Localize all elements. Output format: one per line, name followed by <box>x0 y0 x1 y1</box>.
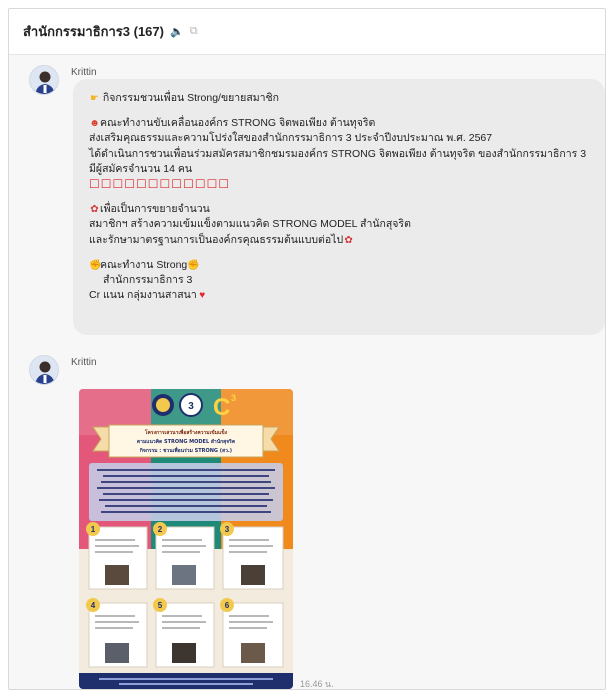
message-timestamp: 16.46 น. <box>300 679 334 689</box>
heart-icon: ♥ <box>199 290 206 302</box>
message-line: เพื่อเป็นการขยายจำนวน <box>100 203 210 216</box>
ribbon-icon: ✿ <box>90 204 99 216</box>
chat-window: สำนักกรรมาธิการ3 (167) 🔈 ⧉ Krittin ☛ กิจ… <box>8 8 606 690</box>
message-bubble[interactable]: ☛ กิจกรรมชวนเพื่อน Strong/ขยายสมาชิก ☻คณ… <box>73 79 605 335</box>
message-line: คณะทำงาน Strong <box>100 258 188 271</box>
ribbon-icon: ✿ <box>344 234 353 246</box>
badge-number: 3 <box>188 401 194 412</box>
message-line: และรักษามาตรฐานการเป็นองค์กรคุณธรรมต้นแบ… <box>89 233 344 246</box>
message-line: ส่งเสริมคุณธรรมและความโปร่งใสของสำนักกรร… <box>89 132 493 145</box>
card-number: 6 <box>225 601 230 610</box>
c-label: C <box>213 394 230 421</box>
message-line: ได้ดำเนินการชวนเพื่อนร่วมสมัครสมาชิกชมรม… <box>89 147 587 160</box>
card-number: 4 <box>91 601 96 610</box>
emoji-placeholder-row: ☐☐☐☐☐☐☐☐☐☐☐☐ <box>89 177 231 192</box>
card-number: 3 <box>225 525 230 534</box>
poster-image[interactable]: 3 C 3 โครงการเสวนาเพื่อสร้างความเข้มแข็ง… <box>79 389 293 689</box>
flexed-arm-icon: ✊ <box>187 259 200 271</box>
ribbon-line: ตามแนวคิด STRONG MODEL สำนักสุจริต <box>137 438 235 445</box>
ribbon-line: โครงการเสวนาเพื่อสร้างความเข้มแข็ง <box>144 428 228 436</box>
mute-icon[interactable]: 🔈 <box>170 25 184 38</box>
message-line: คณะทำงานขับเคลื่อนองค์กร STRONG จิตพอเพี… <box>100 117 376 130</box>
sender-name: Krittin <box>71 67 97 78</box>
card-number: 1 <box>91 525 96 534</box>
message-line: มีผู้สมัครจำนวน 14 คน <box>89 162 193 175</box>
avatar[interactable] <box>29 65 59 95</box>
copy-icon[interactable]: ⧉ <box>190 25 198 38</box>
group-title[interactable]: สำนักกรรมาธิการ3 (167) <box>23 21 164 42</box>
message-line: Cr แนน กลุ่มงานสาสนา <box>89 289 197 302</box>
card-number: 2 <box>158 525 163 534</box>
c-superscript: 3 <box>231 393 236 403</box>
avatar[interactable] <box>29 355 59 385</box>
chat-header: สำนักกรรมาธิการ3 (167) 🔈 ⧉ <box>9 9 605 55</box>
card-number: 5 <box>158 601 163 610</box>
sender-name: Krittin <box>71 357 97 368</box>
ribbon-line: กิจกรรม : ชวนเพื่อนร่วม STRONG (สว.) <box>140 446 232 454</box>
message-line: สมาชิกฯ สร้างความเข้มแข็งตามแนวคิด STRON… <box>89 218 411 231</box>
flexed-arm-icon: ✊ <box>89 259 102 271</box>
pointing-hand-icon: ☛ <box>90 93 99 104</box>
message-line: สำนักกรรมาธิการ 3 <box>103 274 193 287</box>
message-line: กิจกรรมชวนเพื่อน Strong/ขยายสมาชิก <box>102 92 280 104</box>
smiling-face-icon: ☻ <box>89 118 100 130</box>
